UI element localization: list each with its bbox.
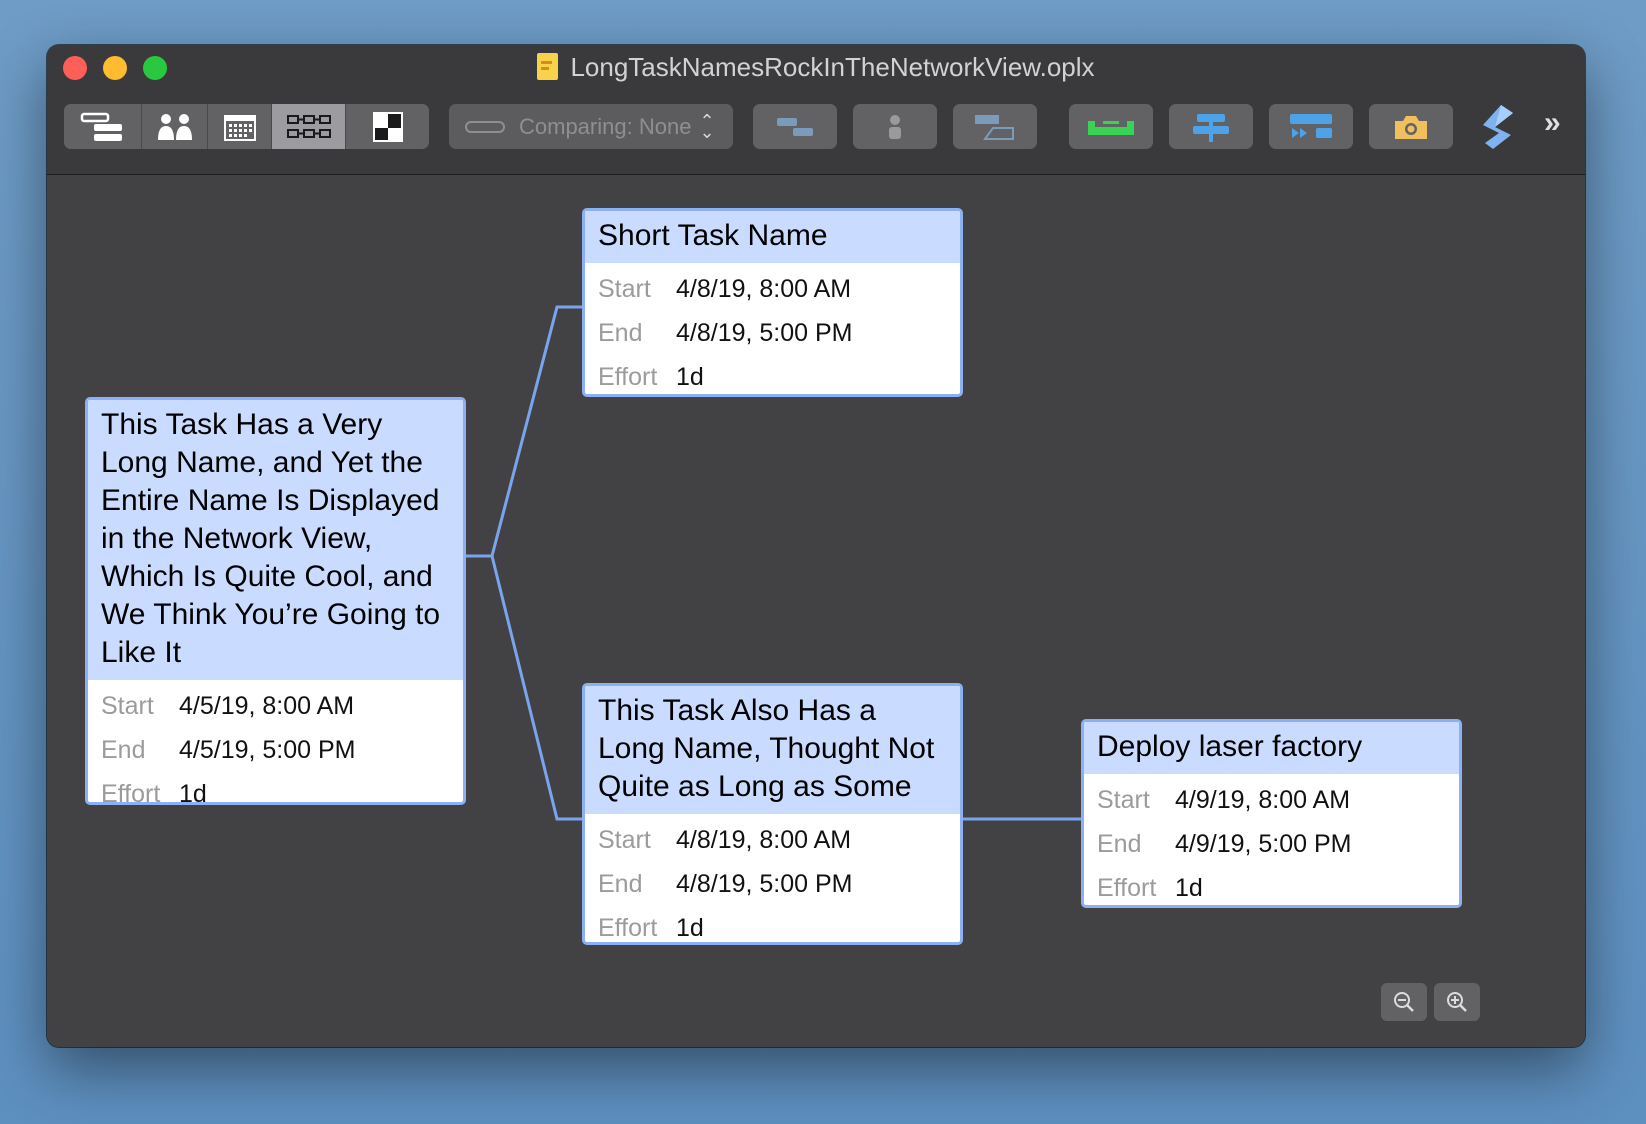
resources-view-button[interactable] (142, 104, 208, 149)
task-node[interactable]: Deploy laser factory Start 4/9/19, 8:00 A… (1081, 719, 1462, 908)
task-name[interactable]: This Task Also Has a Long Name, Thought … (585, 686, 960, 814)
start-value[interactable]: 4/8/19, 8:00 AM (676, 267, 851, 311)
end-value[interactable]: 4/8/19, 5:00 PM (676, 862, 853, 906)
start-value[interactable]: 4/9/19, 8:00 AM (1175, 778, 1350, 822)
task-node[interactable]: This Task Has a Very Long Name, and Yet … (85, 397, 466, 805)
end-value[interactable]: 4/9/19, 5:00 PM (1175, 822, 1352, 866)
task-node[interactable]: Short Task Name Start 4/8/19, 8:00 AM End… (582, 208, 963, 397)
zoom-in-button[interactable] (1434, 983, 1480, 1021)
calendar-view-icon (223, 114, 256, 141)
gantt-view-icon (80, 112, 122, 141)
network-view-button[interactable] (272, 104, 346, 149)
end-value[interactable]: 4/8/19, 5:00 PM (676, 311, 853, 355)
gantt-view-button[interactable] (64, 104, 142, 149)
network-view-icon (286, 114, 331, 138)
snapshot-button[interactable] (1369, 104, 1453, 149)
baseline-icon (465, 120, 505, 133)
level-resources-icon (1088, 120, 1134, 135)
toolbar: Comparing: None ⌃ ⌄ » (47, 104, 1585, 150)
effort-label: Effort (598, 914, 658, 942)
window-title: LongTaskNamesRockInTheNetworkView.oplx (47, 52, 1585, 82)
reschedule-button[interactable] (1169, 104, 1253, 149)
start-label: Start (598, 275, 651, 303)
automation-button[interactable] (1477, 104, 1521, 150)
task-fields: Start 4/8/19, 8:00 AM End 4/8/19, 5:00 PM … (585, 814, 960, 942)
zoom-out-button[interactable] (1381, 983, 1427, 1021)
add-resource-button[interactable] (853, 104, 937, 149)
dashboard-view-icon (372, 111, 403, 142)
effort-value[interactable]: 1d (1175, 866, 1203, 905)
title-bar: LongTaskNamesRockInTheNetworkView.oplx C… (47, 45, 1585, 175)
popup-stepper-icon: ⌃ ⌄ (699, 110, 715, 142)
effort-label: Effort (1097, 874, 1157, 902)
dependency-line (464, 305, 584, 558)
view-switcher (64, 104, 429, 149)
dependency-line (464, 554, 584, 821)
calendar-view-button[interactable] (208, 104, 272, 149)
add-task-icon (777, 117, 813, 136)
add-task-button[interactable] (753, 104, 837, 149)
end-label: End (598, 870, 643, 898)
effort-label: Effort (101, 780, 161, 805)
start-value[interactable]: 4/8/19, 8:00 AM (676, 818, 851, 862)
task-name[interactable]: Short Task Name (585, 211, 960, 263)
end-value[interactable]: 4/5/19, 5:00 PM (179, 728, 356, 772)
end-label: End (598, 319, 643, 347)
document-icon (537, 53, 559, 80)
window-title-text: LongTaskNamesRockInTheNetworkView.oplx (570, 52, 1095, 82)
resources-view-icon (157, 113, 192, 140)
zoom-out-icon (1394, 992, 1414, 1012)
task-name[interactable]: This Task Has a Very Long Name, and Yet … (88, 400, 463, 680)
overflow-chevron-icon[interactable]: » (1544, 106, 1561, 140)
catch-up-button[interactable] (1269, 104, 1353, 149)
reschedule-icon (1193, 113, 1229, 142)
snapshot-camera-icon (1395, 115, 1427, 139)
comparing-label: Comparing: None (519, 113, 692, 139)
task-node[interactable]: This Task Also Has a Long Name, Thought … (582, 683, 963, 945)
task-fields: Start 4/5/19, 8:00 AM End 4/5/19, 5:00 PM … (88, 680, 463, 805)
start-label: Start (1097, 786, 1150, 814)
start-label: Start (598, 826, 651, 854)
zoom-in-icon (1447, 992, 1467, 1012)
omni-automation-icon (1483, 105, 1513, 149)
task-fields: Start 4/9/19, 8:00 AM End 4/9/19, 5:00 PM … (1084, 774, 1459, 905)
add-milestone-button[interactable] (953, 104, 1037, 149)
comparing-popup[interactable]: Comparing: None ⌃ ⌄ (449, 104, 733, 149)
catch-up-icon (1290, 113, 1332, 138)
add-milestone-icon (975, 114, 1014, 140)
app-window: LongTaskNamesRockInTheNetworkView.oplx C… (47, 45, 1585, 1047)
effort-value[interactable]: 1d (179, 772, 207, 802)
task-fields: Start 4/8/19, 8:00 AM End 4/8/19, 5:00 PM … (585, 263, 960, 394)
end-label: End (101, 736, 146, 764)
dashboard-view-button[interactable] (346, 104, 429, 149)
effort-value[interactable]: 1d (676, 906, 704, 942)
level-resources-button[interactable] (1069, 104, 1153, 149)
effort-label: Effort (598, 363, 658, 391)
task-name[interactable]: Deploy laser factory (1084, 722, 1459, 774)
start-label: Start (101, 692, 154, 720)
start-value[interactable]: 4/5/19, 8:00 AM (179, 684, 354, 728)
end-label: End (1097, 830, 1142, 858)
add-resource-icon (889, 114, 901, 139)
network-canvas[interactable]: This Task Has a Very Long Name, and Yet … (47, 176, 1585, 1047)
effort-value[interactable]: 1d (676, 355, 704, 394)
